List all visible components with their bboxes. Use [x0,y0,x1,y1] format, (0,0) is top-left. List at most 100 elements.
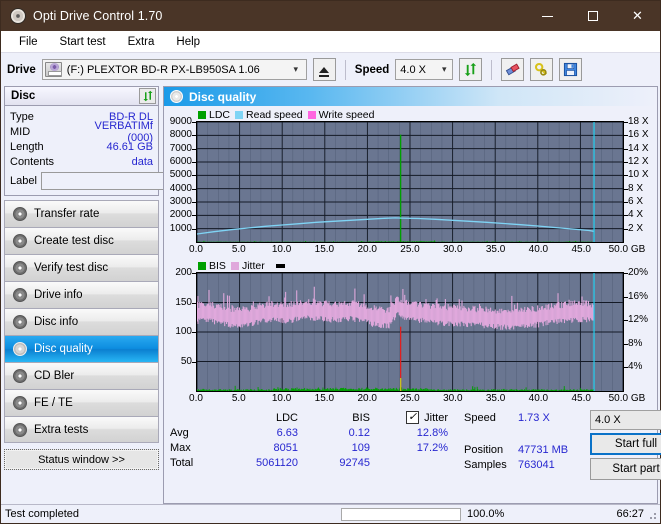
sidebar-item-transfer-rate[interactable]: Transfer rate [4,200,159,227]
stats-total-ldc: 5061120 [255,456,298,469]
legend-swatch-ldc [198,110,206,119]
test-speed-select[interactable]: 4.0 X ▾ [590,410,661,430]
drive-info-icon [13,288,27,302]
axis-tick-label: 12 X [628,156,649,167]
extra-tests-icon [13,422,27,437]
save-button[interactable] [559,58,583,81]
chart-top-x-row: 0.0 5.0 10.0 15.0 20.0 25.0 30.0 35.0 40.0 45.0 50… [167,243,654,257]
status-bar: Test completed 100.0% 66:27 [1,504,660,523]
legend-bottom: BIS Jitter [167,259,654,272]
disc-refresh-button[interactable] [139,88,156,104]
sidebar-item-create-test-disc[interactable]: Create test disc [4,227,159,254]
progress-bar [341,507,461,521]
start-full-button[interactable]: Start full [590,433,661,455]
axis-tick-label: 9000 [169,116,192,127]
axis-tick [624,135,628,137]
drive-select[interactable]: (F:) PLEXTOR BD-R PX-LB950SA 1.06 ▾ [41,59,307,80]
menu-start-test[interactable]: Start test [50,34,116,50]
sidebar-label-drive-info: Drive info [34,289,83,301]
legend-item-write-speed: Write speed [307,109,375,121]
axis-tick-label: 100 [175,326,192,337]
eject-button[interactable] [312,58,336,81]
chart-top-x-axis: 0.0 5.0 10.0 15.0 20.0 25.0 30.0 35.0 40.0 45.0 50… [189,243,645,257]
stats-total-bis: 92745 [339,456,370,469]
legend-marker-icon [275,263,285,268]
application-window: Opti Drive Control 1.70 ✕ File Start tes… [0,0,661,524]
axis-tick-label: 15.0 [314,393,335,404]
menu-help[interactable]: Help [166,34,210,50]
axis-tick-label: 6 X [628,196,644,207]
sidebar-item-fe-te[interactable]: FE / TE [4,389,159,416]
axis-tick-label: 35.0 [485,244,506,255]
sidebar-label-fe-te: FE / TE [34,397,73,409]
fe-te-icon [13,396,27,410]
disc-contents-label: Contents [10,155,55,168]
refresh-button[interactable] [459,58,483,81]
axis-tick-label: 25.0 [400,244,420,255]
drive-select-value: (F:) PLEXTOR BD-R PX-LB950SA 1.06 [66,63,260,76]
status-window-button[interactable]: Status window >> [4,449,159,470]
toolbar: Drive (F:) PLEXTOR BD-R PX-LB950SA 1.06 … [1,53,660,86]
axis-tick-label: 30.0 [443,393,463,404]
toolbar-divider-2 [491,59,493,80]
menu-file[interactable]: File [9,34,48,50]
axis-tick-label: 15.0 [314,244,335,255]
start-part-button[interactable]: Start part [590,458,661,480]
main-body: Disc Type BD-R DL MID VERBATIMf (000) Le… [1,86,661,504]
tools-button[interactable] [530,58,554,81]
chevron-down-icon: ▾ [442,64,447,74]
stats-avg-ldc: 6.63 [276,426,298,439]
erase-button[interactable] [501,58,525,81]
close-button[interactable]: ✕ [615,1,660,31]
sidebar-item-extra-tests[interactable]: Extra tests [4,416,159,443]
sidebar-item-cd-bler[interactable]: CD Bler [4,362,159,389]
jitter-checkbox[interactable]: ✓ [406,411,420,424]
sidebar-label-create-test-disc: Create test disc [34,235,114,247]
run-position-row: Position 47731 MB [464,442,584,457]
chart-bottom-x-row: 0.0 5.0 10.0 15.0 20.0 25.0 30.0 35.0 40.0 45.0 50… [167,392,654,406]
sidebar-item-drive-info[interactable]: Drive info [4,281,159,308]
run-info: Speed 1.73 X Position 47731 MB Samples 7… [464,410,661,503]
axis-tick-label: 40.0 [528,244,549,255]
menu-extra[interactable]: Extra [118,34,165,50]
maximize-button[interactable] [570,1,615,31]
jitter-header: ✓ Jitter [370,411,462,424]
chart-top-plot[interactable] [196,121,624,243]
chevron-down-icon: ▾ [293,64,299,74]
speed-select[interactable]: 4.0 X ▾ [395,59,454,80]
sidebar-label-transfer-rate: Transfer rate [34,208,100,220]
minimize-button[interactable] [525,1,570,31]
run-controls: 4.0 X ▾ Start full Start part [590,410,661,503]
axis-tick-label: 14 X [628,142,649,154]
maximize-icon [587,11,598,21]
sidebar-item-verify-test-disc[interactable]: Verify test disc [4,254,159,281]
drive-label: Drive [7,63,36,76]
disc-row-mid: MID VERBATIMf (000) [10,120,153,144]
legend-item-bis: BIS [198,260,226,272]
sidebar-item-disc-info[interactable]: Disc info [4,308,159,335]
axis-tick [624,175,628,177]
disc-panel-title: Disc [11,90,36,102]
test-speed-value: 4.0 X [595,414,621,426]
save-icon [564,62,578,77]
axis-tick-label: 50 [180,355,192,367]
minimize-icon [542,15,553,17]
stats-max-jitter: 17.2% [416,441,448,454]
axis-tick [624,320,628,322]
sidebar-label-disc-info: Disc info [34,316,79,328]
axis-tick [624,228,628,230]
legend-swatch-write-speed [307,110,316,119]
sidebar-item-disc-quality[interactable]: Disc quality [4,335,159,362]
stats-row-total: Total 5061120 92745 [170,455,464,470]
sidebar-label-verify-test-disc: Verify test disc [34,262,109,274]
stats-row-avg: Avg 6.63 0.12 12.8% [170,425,464,440]
axis-tick [624,162,628,163]
chart-ldc-speed: LDC Read speed Write speed 1000 2000 3000 4… [164,106,657,257]
app-icon [10,8,26,24]
refresh-icon [143,90,152,102]
key-icon [535,62,548,76]
resize-grip[interactable] [646,509,658,521]
chart-bottom-plot[interactable] [196,272,624,392]
axis-tick-label: 50.0 GB [608,244,646,255]
content-panel: Disc quality LDC Read speed Write speed [163,86,661,504]
